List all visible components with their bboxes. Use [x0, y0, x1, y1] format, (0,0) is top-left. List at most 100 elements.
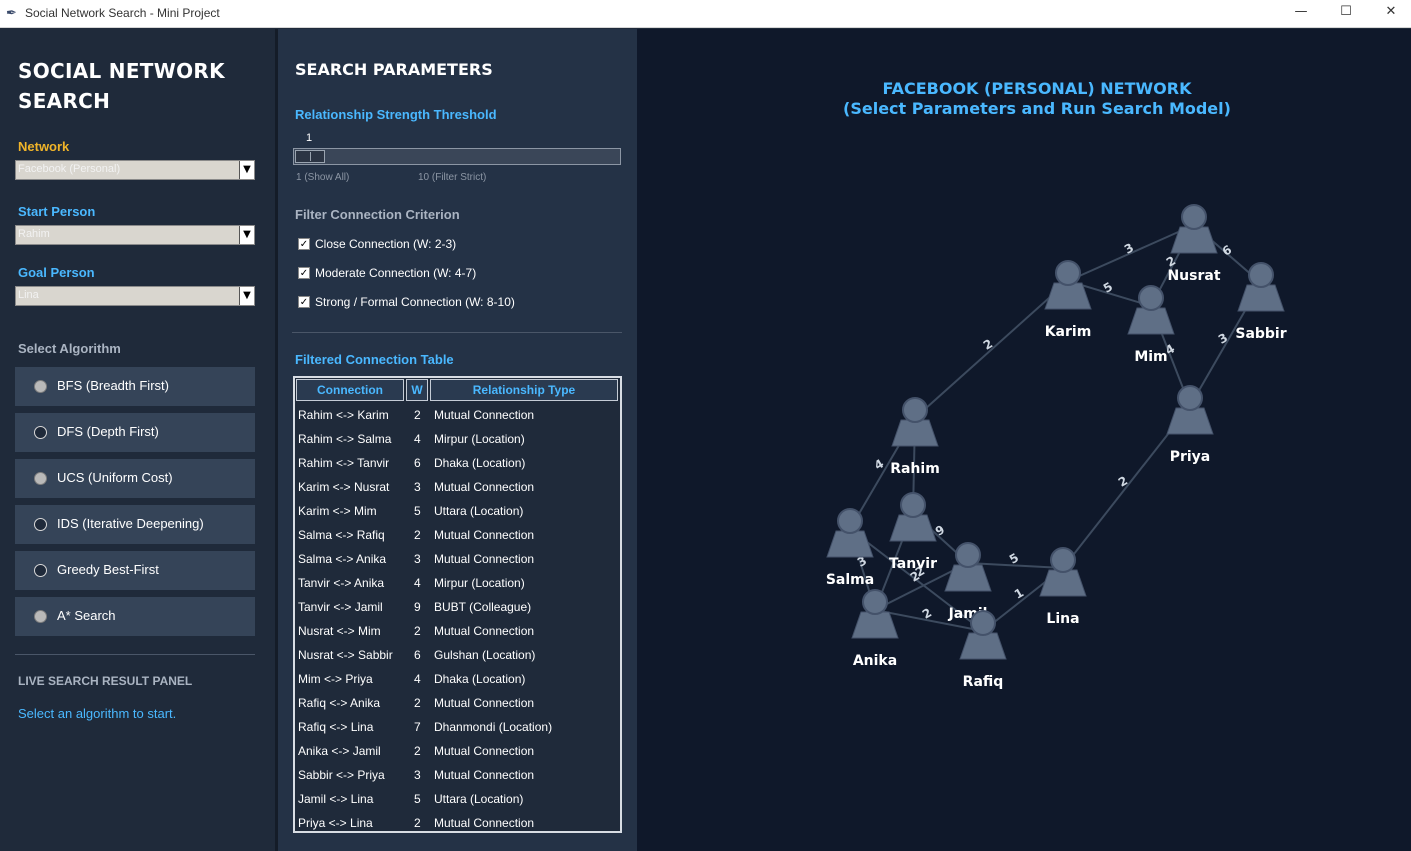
person-head-icon	[1248, 262, 1274, 288]
person-icon	[1237, 284, 1285, 312]
goal-person-select[interactable]: Lina ▼	[15, 286, 255, 306]
table-row[interactable]: Karim <-> Nusrat 3 Mutual Connection	[295, 476, 620, 500]
person-node-mim[interactable]: Mim	[1127, 285, 1175, 365]
minimize-button[interactable]: —	[1286, 4, 1316, 24]
divider	[15, 654, 255, 655]
table-row[interactable]: Rahim <-> Karim 2 Mutual Connection	[295, 404, 620, 428]
node-label: Karim	[1045, 324, 1092, 340]
weight-cell: 2	[414, 528, 421, 542]
network-graph[interactable]: 3526243249325212NusratKarimMimSabbirRahi…	[637, 29, 1411, 851]
node-label: Tanvir	[889, 556, 937, 572]
person-node-lina[interactable]: Lina	[1039, 547, 1087, 627]
type-cell: Uttara (Location)	[434, 792, 524, 806]
table-row[interactable]: Salma <-> Anika 3 Mutual Connection	[295, 548, 620, 572]
radio-button[interactable]	[34, 426, 47, 439]
weight-cell: 6	[414, 648, 421, 662]
column-header-weight[interactable]: W	[406, 379, 428, 401]
node-label: Rafiq	[963, 674, 1004, 690]
person-node-nusrat[interactable]: Nusrat	[1167, 204, 1221, 284]
chevron-down-icon[interactable]: ▼	[239, 226, 254, 244]
algo-option-ucs[interactable]: UCS (Uniform Cost)	[15, 459, 255, 498]
algo-option-astar[interactable]: A* Search	[15, 597, 255, 636]
chevron-down-icon[interactable]: ▼	[239, 161, 254, 179]
person-head-icon	[1050, 547, 1076, 573]
algo-option-dfs[interactable]: DFS (Depth First)	[15, 413, 255, 452]
close-button[interactable]: ✕	[1376, 4, 1406, 24]
connection-cell: Rahim <-> Salma	[298, 432, 392, 446]
person-node-rafiq[interactable]: Rafiq	[959, 610, 1007, 690]
checkmark-icon[interactable]: ✓	[298, 267, 310, 279]
person-node-tanvir[interactable]: Tanvir	[889, 492, 937, 572]
table-row[interactable]: Nusrat <-> Sabbir 6 Gulshan (Location)	[295, 644, 620, 668]
checkbox-label: Moderate Connection (W: 4-7)	[315, 266, 477, 280]
table-row[interactable]: Rahim <-> Tanvir 6 Dhaka (Location)	[295, 452, 620, 476]
algo-option-bfs[interactable]: BFS (Breadth First)	[15, 367, 255, 406]
type-cell: Mutual Connection	[434, 480, 535, 494]
type-cell: BUBT (Colleague)	[434, 600, 532, 614]
radio-button[interactable]	[34, 518, 47, 531]
feather-icon: ✒	[6, 6, 17, 21]
connection-table[interactable]: Connection W Relationship Type Rahim <->…	[293, 376, 622, 833]
connection-cell: Tanvir <-> Anika	[298, 576, 385, 590]
edge-weight-label: 2	[981, 336, 995, 352]
type-cell: Uttara (Location)	[434, 504, 524, 518]
table-row[interactable]: Anika <-> Jamil 2 Mutual Connection	[295, 740, 620, 764]
person-icon	[959, 632, 1007, 660]
weight-cell: 2	[414, 696, 421, 710]
slider-handle[interactable]	[295, 150, 325, 163]
person-node-salma[interactable]: Salma	[826, 508, 874, 588]
person-icon	[1039, 569, 1087, 597]
connection-cell: Rafiq <-> Anika	[298, 696, 381, 710]
checkbox-label: Strong / Formal Connection (W: 8-10)	[315, 295, 515, 309]
checkmark-icon[interactable]: ✓	[298, 238, 310, 250]
person-node-sabbir[interactable]: Sabbir	[1235, 262, 1287, 342]
radio-button[interactable]	[34, 380, 47, 393]
algo-label: DFS (Depth First)	[57, 424, 159, 439]
table-row[interactable]: Tanvir <-> Anika 4 Mirpur (Location)	[295, 572, 620, 596]
table-row[interactable]: Rafiq <-> Anika 2 Mutual Connection	[295, 692, 620, 716]
table-row[interactable]: Tanvir <-> Jamil 9 BUBT (Colleague)	[295, 596, 620, 620]
radio-button[interactable]	[34, 472, 47, 485]
person-node-priya[interactable]: Priya	[1166, 385, 1214, 465]
column-header-type[interactable]: Relationship Type	[430, 379, 618, 401]
table-row[interactable]: Karim <-> Mim 5 Uttara (Location)	[295, 500, 620, 524]
connection-cell: Priya <-> Lina	[298, 816, 373, 830]
filter-strong-checkbox[interactable]: ✓ Strong / Formal Connection (W: 8-10)	[298, 294, 598, 312]
table-row[interactable]: Sabbir <-> Priya 3 Mutual Connection	[295, 764, 620, 788]
chevron-down-icon[interactable]: ▼	[239, 287, 254, 305]
threshold-slider[interactable]	[293, 148, 621, 165]
threshold-value: 1	[306, 132, 313, 144]
connection-cell: Rafiq <-> Lina	[298, 720, 374, 734]
table-row[interactable]: Priya <-> Lina 2 Mutual Connection	[295, 812, 620, 831]
person-icon	[1170, 226, 1218, 254]
algo-label: IDS (Iterative Deepening)	[57, 516, 204, 531]
start-person-select[interactable]: Rahim ▼	[15, 225, 255, 245]
table-row[interactable]: Rahim <-> Salma 4 Mirpur (Location)	[295, 428, 620, 452]
algo-option-ids[interactable]: IDS (Iterative Deepening)	[15, 505, 255, 544]
weight-cell: 2	[414, 816, 421, 830]
radio-button[interactable]	[34, 610, 47, 623]
table-row[interactable]: Jamil <-> Lina 5 Uttara (Location)	[295, 788, 620, 812]
person-node-rahim[interactable]: Rahim	[890, 397, 940, 477]
person-head-icon	[902, 397, 928, 423]
network-select[interactable]: Facebook (Personal) ▼	[15, 160, 255, 180]
parameters-heading: SEARCH PARAMETERS	[295, 60, 493, 79]
filter-moderate-checkbox[interactable]: ✓ Moderate Connection (W: 4-7)	[298, 265, 598, 283]
radio-button[interactable]	[34, 564, 47, 577]
table-row[interactable]: Rafiq <-> Lina 7 Dhanmondi (Location)	[295, 716, 620, 740]
algo-option-greedy[interactable]: Greedy Best-First	[15, 551, 255, 590]
filter-close-checkbox[interactable]: ✓ Close Connection (W: 2-3)	[298, 236, 598, 254]
weight-cell: 4	[414, 576, 421, 590]
table-row[interactable]: Salma <-> Rafiq 2 Mutual Connection	[295, 524, 620, 548]
person-icon	[1127, 307, 1175, 335]
table-row[interactable]: Nusrat <-> Mim 2 Mutual Connection	[295, 620, 620, 644]
column-header-connection[interactable]: Connection	[296, 379, 404, 401]
person-icon	[1044, 282, 1092, 310]
edge-weight-label: 2	[1116, 473, 1130, 489]
checkmark-icon[interactable]: ✓	[298, 296, 310, 308]
algo-label: UCS (Uniform Cost)	[57, 470, 173, 485]
table-row[interactable]: Mim <-> Priya 4 Dhaka (Location)	[295, 668, 620, 692]
node-label: Priya	[1170, 449, 1211, 465]
maximize-button[interactable]: ☐	[1331, 4, 1361, 24]
type-cell: Mutual Connection	[434, 696, 535, 710]
